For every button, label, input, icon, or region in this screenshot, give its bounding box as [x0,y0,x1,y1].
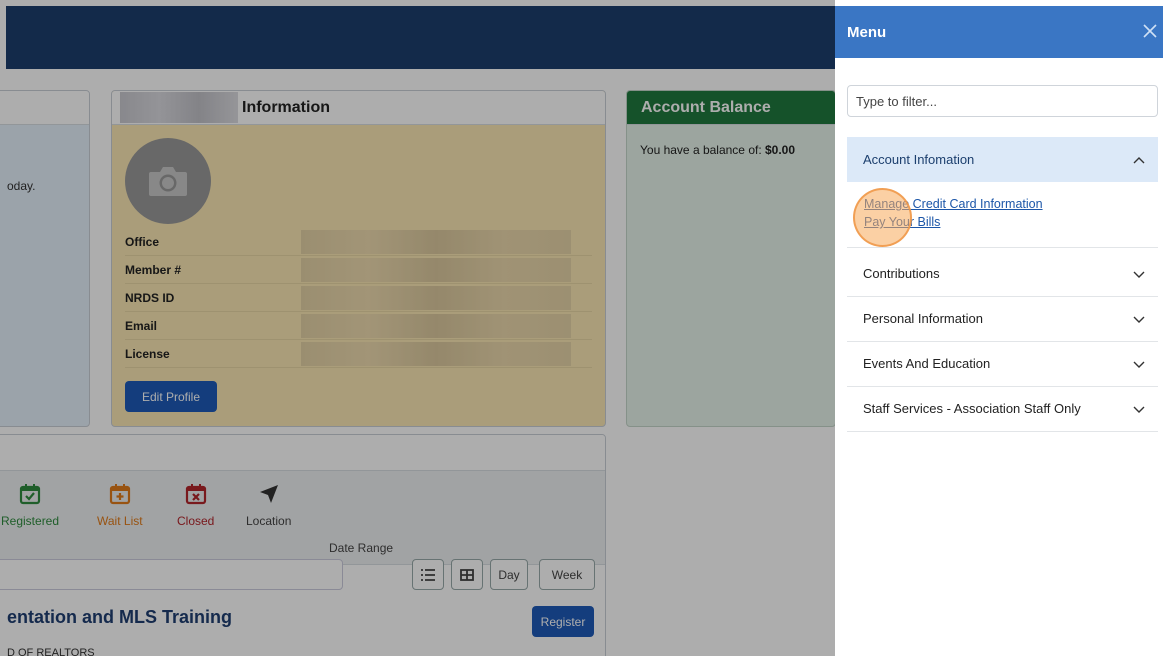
accordion-body-account-information: Manage Credit Card Information Pay Your … [847,182,1158,247]
accordion-label: Contributions [863,266,940,281]
accordion-label: Events And Education [863,356,991,371]
accordion-header-events-and-education[interactable]: Events And Education [847,341,1158,386]
modal-backdrop[interactable] [0,0,835,656]
accordion-header-account-information[interactable]: Account Infomation [847,137,1158,182]
accordion-label: Account Infomation [863,152,975,167]
chevron-down-icon [1133,316,1145,323]
accordion-account-information: Account Infomation Manage Credit Card In… [847,137,1158,248]
chevron-down-icon [1133,271,1145,278]
chevron-down-icon [1133,361,1145,368]
menu-title: Menu [847,23,887,41]
accordion-header-personal-information[interactable]: Personal Information [847,296,1158,341]
accordion-header-contributions[interactable]: Contributions [847,251,1158,296]
chevron-down-icon [1133,406,1145,413]
side-menu: Menu Type to filter... Account Infomatio… [835,6,1163,656]
accordion-header-staff-services[interactable]: Staff Services - Association Staff Only [847,386,1158,431]
accordion-events-and-education[interactable]: Events And Education [847,341,1158,387]
accordion-contributions[interactable]: Contributions [847,251,1158,297]
menu-filter-input[interactable]: Type to filter... [847,85,1158,117]
chevron-up-icon [1133,157,1145,164]
pay-your-bills-link[interactable]: Pay Your Bills [864,215,1158,229]
accordion-label: Staff Services - Association Staff Only [863,401,1081,416]
close-icon[interactable] [1139,20,1161,42]
menu-header: Menu [835,6,1163,58]
accordion-staff-services[interactable]: Staff Services - Association Staff Only [847,386,1158,432]
manage-credit-card-link[interactable]: Manage Credit Card Information [864,197,1158,211]
accordion-personal-information[interactable]: Personal Information [847,296,1158,342]
accordion-label: Personal Information [863,311,983,326]
